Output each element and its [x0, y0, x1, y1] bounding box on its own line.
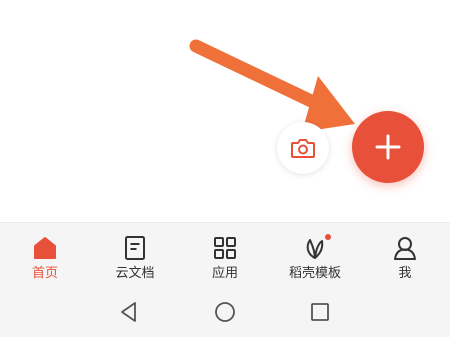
- recents-square-icon: [311, 303, 329, 321]
- nav-item-label: 我: [398, 266, 412, 281]
- system-home-button[interactable]: [213, 300, 237, 324]
- nav-item-me[interactable]: 我: [360, 223, 450, 288]
- document-icon: [121, 234, 149, 262]
- system-back-button[interactable]: [117, 300, 141, 324]
- home-circle-icon: [215, 302, 235, 322]
- camera-icon: [291, 139, 315, 158]
- system-recents-button[interactable]: [308, 300, 332, 324]
- back-triangle-icon: [121, 302, 136, 322]
- camera-button[interactable]: [277, 122, 329, 174]
- apps-grid-icon: [211, 234, 239, 262]
- leaf-icon: [301, 234, 331, 262]
- nav-item-apps[interactable]: 应用: [180, 223, 270, 288]
- new-document-fab[interactable]: [352, 111, 424, 183]
- nav-item-label: 稻壳模板: [288, 266, 341, 281]
- system-nav-bar: [0, 288, 450, 337]
- nav-item-docer-templates[interactable]: 稻壳模板: [270, 223, 360, 288]
- notification-dot: [325, 234, 331, 240]
- nav-item-home[interactable]: 首页: [0, 223, 90, 288]
- plus-icon: [375, 134, 401, 160]
- nav-item-label: 应用: [211, 266, 238, 281]
- person-icon: [391, 234, 419, 262]
- nav-item-cloud-docs[interactable]: 云文档: [90, 223, 180, 288]
- app-screen: 首页 云文档 应用 稻壳模板 我: [0, 0, 450, 337]
- bottom-nav: 首页 云文档 应用 稻壳模板 我: [0, 222, 450, 288]
- home-icon: [31, 234, 59, 262]
- nav-item-label: 首页: [31, 266, 58, 281]
- nav-item-label: 云文档: [115, 266, 155, 281]
